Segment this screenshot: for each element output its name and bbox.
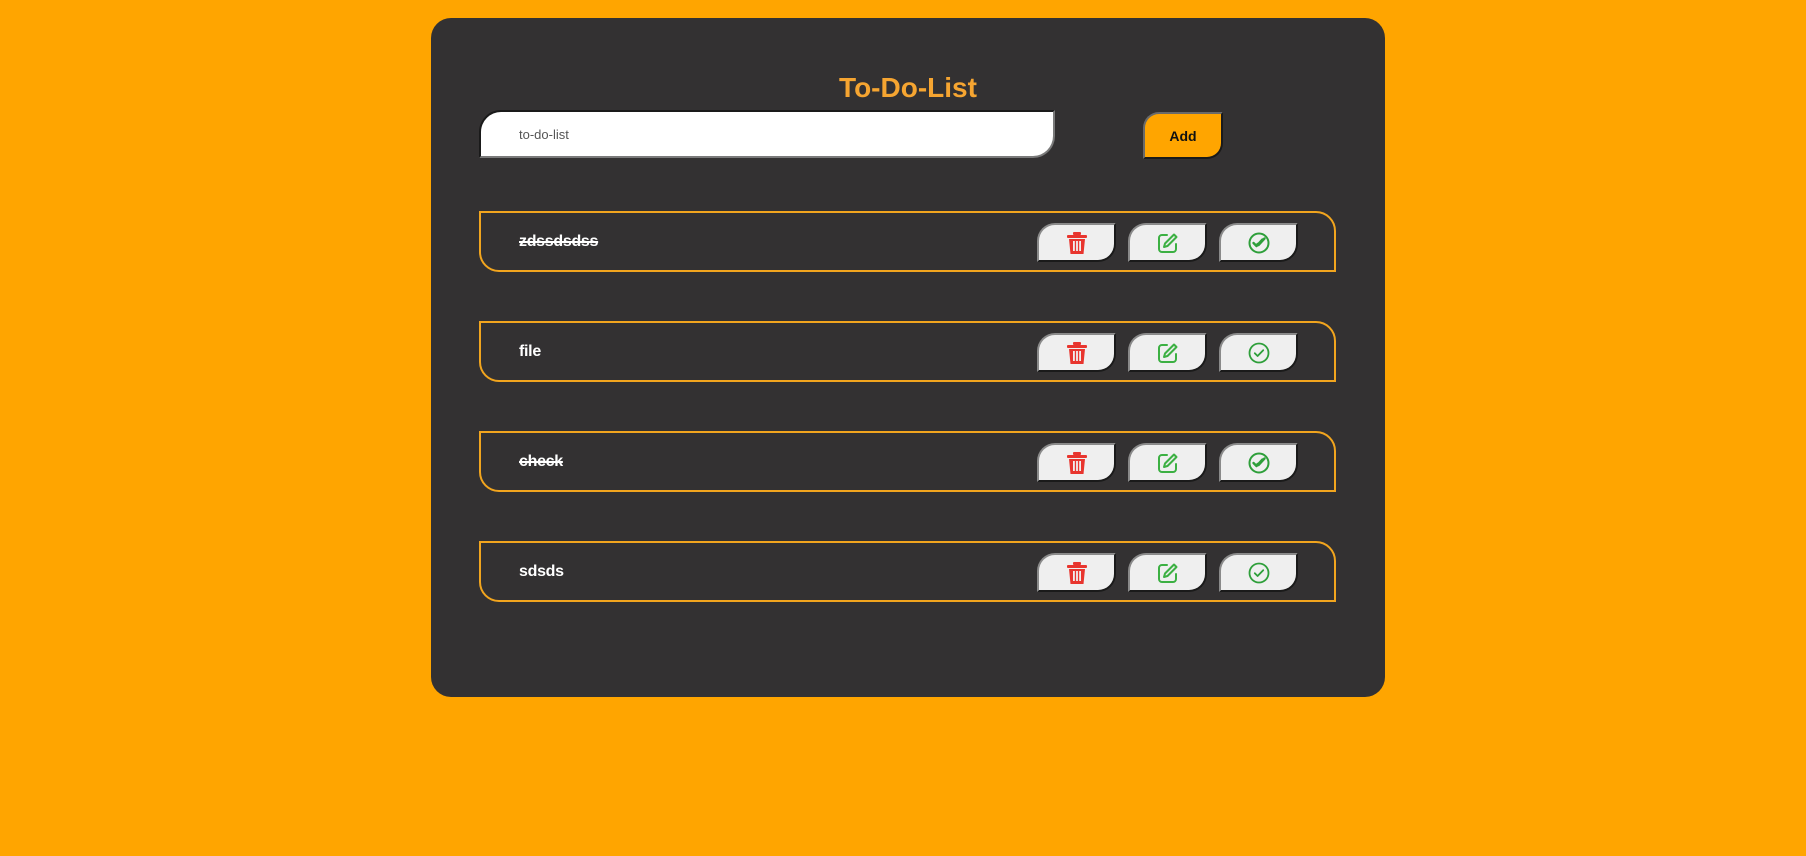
add-button[interactable]: Add xyxy=(1143,112,1223,159)
edit-button[interactable] xyxy=(1128,333,1207,372)
task-row: sdsds xyxy=(479,541,1336,602)
task-actions xyxy=(1037,223,1298,262)
trash-icon xyxy=(1066,341,1087,364)
complete-button[interactable] xyxy=(1219,333,1298,372)
delete-button[interactable] xyxy=(1037,333,1116,372)
complete-button[interactable] xyxy=(1219,443,1298,482)
task-text: check xyxy=(519,453,563,470)
task-actions xyxy=(1037,553,1298,592)
task-text: zdssdsdss xyxy=(519,233,599,250)
task-row: file xyxy=(479,321,1336,382)
edit-icon xyxy=(1157,563,1177,583)
trash-icon xyxy=(1066,231,1087,254)
task-list: zdssdsdss file check sdsds xyxy=(479,211,1336,651)
edit-icon xyxy=(1157,343,1177,363)
check-circle-icon xyxy=(1248,342,1269,363)
trash-icon xyxy=(1066,561,1087,584)
task-row: check xyxy=(479,431,1336,492)
edit-icon xyxy=(1157,453,1177,473)
edit-button[interactable] xyxy=(1128,443,1207,482)
task-actions xyxy=(1037,333,1298,372)
check-double-icon xyxy=(1248,232,1269,253)
page-title: To-Do-List xyxy=(839,72,977,103)
check-circle-icon xyxy=(1248,562,1269,583)
trash-icon xyxy=(1066,451,1087,474)
edit-icon xyxy=(1157,233,1177,253)
task-row: zdssdsdss xyxy=(479,211,1336,272)
delete-button[interactable] xyxy=(1037,553,1116,592)
delete-button[interactable] xyxy=(1037,443,1116,482)
task-input[interactable] xyxy=(479,110,1055,158)
task-actions xyxy=(1037,443,1298,482)
todo-card: To-Do-List Add zdssdsdss xyxy=(431,18,1385,697)
task-text: sdsds xyxy=(519,563,564,580)
edit-button[interactable] xyxy=(1128,223,1207,262)
task-text: file xyxy=(519,343,541,360)
check-double-icon xyxy=(1248,452,1269,473)
complete-button[interactable] xyxy=(1219,553,1298,592)
complete-button[interactable] xyxy=(1219,223,1298,262)
delete-button[interactable] xyxy=(1037,223,1116,262)
edit-button[interactable] xyxy=(1128,553,1207,592)
